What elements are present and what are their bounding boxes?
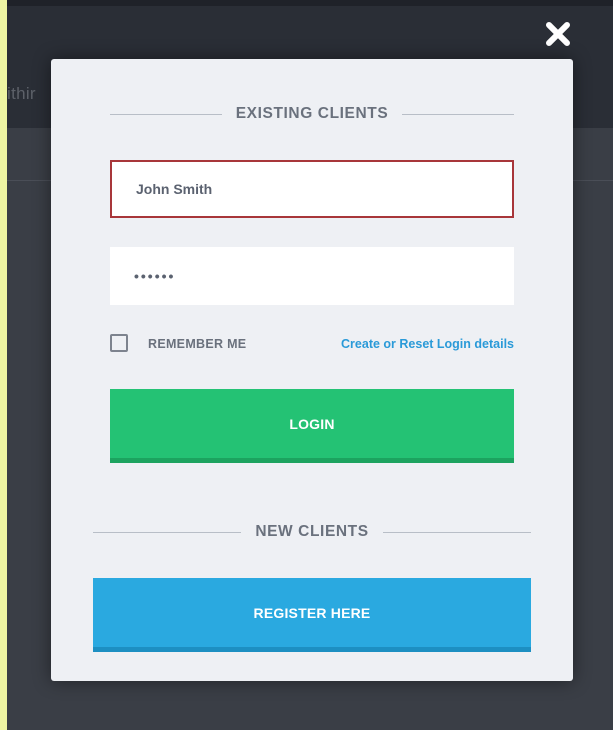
username-input[interactable] xyxy=(110,160,514,218)
login-modal: EXISTING CLIENTS REMEMBER ME Create or R… xyxy=(51,59,573,681)
reset-login-link[interactable]: Create or Reset Login details xyxy=(341,337,514,351)
backdrop-top-bar xyxy=(7,0,613,6)
close-icon[interactable] xyxy=(542,18,574,50)
heading-rule-right xyxy=(382,531,531,533)
backdrop-header-text: ithir xyxy=(7,84,36,103)
heading-rule-left xyxy=(93,531,242,533)
existing-clients-heading: EXISTING CLIENTS xyxy=(110,105,514,123)
password-input[interactable] xyxy=(110,247,514,305)
login-button[interactable]: LOGIN xyxy=(110,389,514,463)
new-clients-heading: NEW CLIENTS xyxy=(93,523,531,541)
new-clients-heading-text: NEW CLIENTS xyxy=(255,523,369,540)
heading-rule-left xyxy=(110,113,222,115)
remember-me-label[interactable]: REMEMBER ME xyxy=(148,337,246,351)
register-button[interactable]: REGISTER HERE xyxy=(93,578,531,652)
heading-rule-right xyxy=(402,113,514,115)
remember-me-checkbox[interactable] xyxy=(110,334,128,352)
existing-clients-heading-text: EXISTING CLIENTS xyxy=(235,105,389,122)
